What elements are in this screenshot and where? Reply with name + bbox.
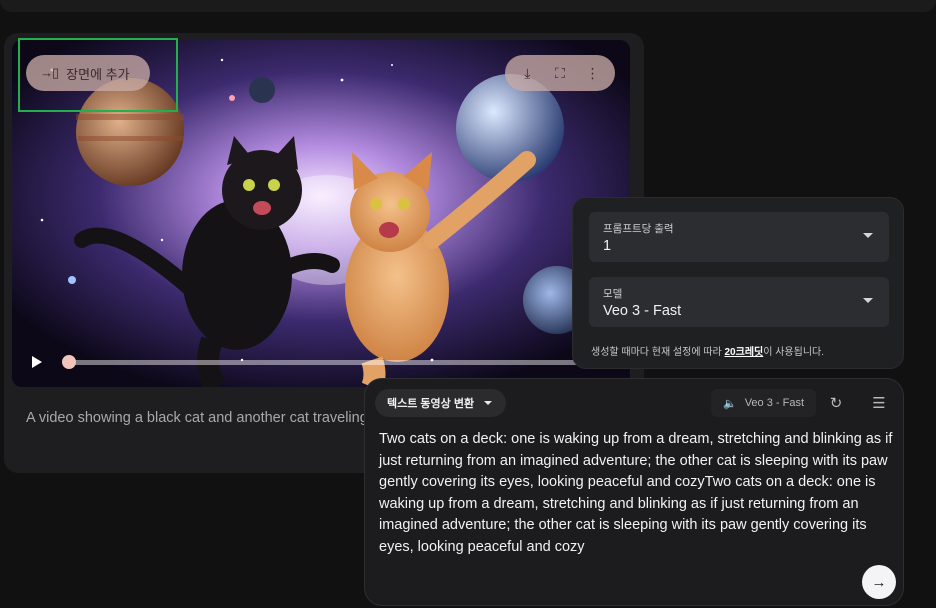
outputs-label: 프롬프트당 출력 [603,223,674,235]
top-bar [0,0,936,12]
outputs-value: 1 [603,238,612,254]
model-select[interactable]: 모델 Veo 3 - Fast [589,277,889,327]
tune-icon[interactable]: ☰ [867,391,891,415]
add-to-scene-icon: →▯ [40,65,59,80]
model-label: 모델 [603,288,623,300]
play-icon[interactable] [32,356,42,368]
add-to-scene-button[interactable]: →▯ 장면에 추가 [26,55,150,91]
video-preview[interactable] [12,40,630,387]
prompt-textarea[interactable]: Two cats on a deck: one is waking up fro… [379,429,897,558]
note-suffix: 이 사용됩니다. [763,347,824,358]
settings-panel: 프롬프트당 출력 1 모델 Veo 3 - Fast 생성할 때마다 현재 설정… [572,197,904,369]
prompt-panel: 텍스트 동영상 변환 🔈 Veo 3 - Fast ↻ ☰ Two cats o… [364,378,904,606]
refresh-icon[interactable]: ↻ [824,391,848,415]
progress-knob[interactable] [62,355,76,369]
mode-dropdown[interactable]: 텍스트 동영상 변환 [375,389,507,417]
credits-link[interactable]: 20크레딧 [725,347,764,358]
progress-track[interactable] [68,360,628,365]
model-chip[interactable]: 🔈 Veo 3 - Fast [711,389,817,417]
chevron-down-icon [484,401,493,405]
space-cats-video-frame [12,40,630,387]
add-to-scene-label: 장면에 추가 [66,66,130,82]
arrow-right-icon: → [871,573,887,591]
download-icon[interactable]: ⤓ [515,65,539,82]
note-prefix: 생성할 때마다 현재 설정에 따라 [591,347,725,358]
video-toolbar: ⤓ ⛶ ⋮ [505,55,615,91]
credits-note: 생성할 때마다 현재 설정에 따라 20크레딧이 사용됩니다. [591,343,824,358]
send-button[interactable]: → [862,565,896,599]
more-vert-icon[interactable]: ⋮ [581,65,605,82]
fullscreen-icon[interactable]: ⛶ [548,65,572,82]
chevron-down-icon [863,298,873,303]
model-value: Veo 3 - Fast [603,303,682,319]
chevron-down-icon [863,233,873,238]
volume-icon: 🔈 [723,397,737,410]
outputs-per-prompt-select[interactable]: 프롬프트당 출력 1 [589,212,889,262]
video-description: A video showing a black cat and another … [26,410,371,426]
mode-label: 텍스트 동영상 변환 [387,398,475,410]
model-chip-label: Veo 3 - Fast [744,397,805,409]
